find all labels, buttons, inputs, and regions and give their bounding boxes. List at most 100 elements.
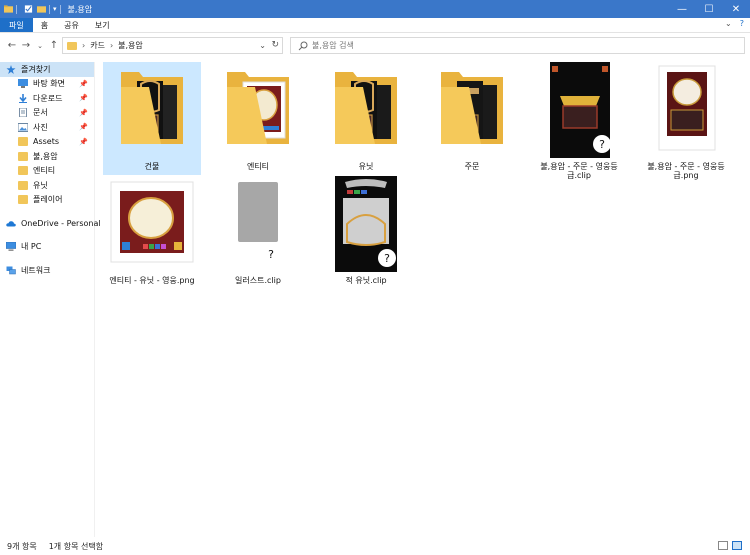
folder-icon xyxy=(18,180,28,190)
expand-ribbon-icon[interactable]: ⌄ xyxy=(725,19,732,28)
svg-text:?: ? xyxy=(599,138,605,151)
tab-home[interactable]: 홈 xyxy=(33,18,56,32)
png-thumbnail xyxy=(658,65,716,151)
sidebar-item-label: 플레이어 xyxy=(33,195,63,205)
file-name: 건물 xyxy=(144,162,160,171)
file-name: 주문 xyxy=(464,162,480,171)
file-item-folder[interactable]: 주문 xyxy=(423,62,521,175)
sidebar-item-label: 내 PC xyxy=(21,242,42,252)
file-item-clip[interactable]: ? 불,용암 - 주문 - 영웅등급.clip xyxy=(530,62,628,184)
sidebar-item-documents[interactable]: 문서 📌 xyxy=(0,106,94,121)
separator xyxy=(59,4,61,14)
file-item-clip[interactable]: ? 일러스트.clip xyxy=(209,176,307,289)
sidebar-item-label: 엔티티 xyxy=(33,166,56,176)
pin-icon[interactable]: 📌 xyxy=(79,80,88,88)
sidebar-item-label: 즐겨찾기 xyxy=(21,64,51,74)
file-item-png[interactable]: 엔티티 - 유닛 - 영웅.png xyxy=(103,176,201,289)
chevron-down-icon[interactable]: ⌄ xyxy=(259,41,266,50)
search-placeholder: 불,용암 검색 xyxy=(312,41,354,50)
selection-count: 1개 항목 선택함 xyxy=(48,541,104,551)
ribbon-controls: ⌄ ? xyxy=(725,19,744,28)
chevron-right-icon[interactable]: › xyxy=(110,41,113,50)
help-icon[interactable]: ? xyxy=(740,19,744,28)
sidebar-item-network[interactable]: 네트워크 xyxy=(0,263,94,278)
file-name: 불,용암 - 주문 - 영웅등급.png xyxy=(647,162,725,180)
sidebar-item-entity[interactable]: 엔티티 xyxy=(0,164,94,179)
sidebar-item-label: 네트워크 xyxy=(21,265,51,275)
maximize-button[interactable]: ☐ xyxy=(695,0,723,18)
sidebar-item-label: Assets xyxy=(33,137,60,147)
recent-locations-icon[interactable]: ⌄ xyxy=(33,38,47,54)
customize-toolbar-icon[interactable]: ▾ xyxy=(53,5,57,13)
up-button[interactable]: ↑ xyxy=(47,38,61,54)
separator xyxy=(49,4,50,14)
chevron-right-icon[interactable]: › xyxy=(82,41,85,50)
file-list: 건물 엔티티 유닛 주문 ? 불,용암 - 주문 - 영웅등급.clip 불,용… xyxy=(96,58,750,537)
search-icon xyxy=(298,41,308,50)
sidebar-item-pictures[interactable]: 사진 📌 xyxy=(0,120,94,135)
sidebar-item-assets[interactable]: Assets 📌 xyxy=(0,135,94,150)
new-folder-icon[interactable] xyxy=(37,5,46,13)
sidebar-item-unit[interactable]: 유닛 xyxy=(0,178,94,193)
close-button[interactable]: ✕ xyxy=(722,0,750,18)
png-thumbnail xyxy=(110,181,194,263)
tab-view[interactable]: 보기 xyxy=(87,18,118,32)
desktop-icon xyxy=(18,79,28,89)
item-count: 9개 항목 xyxy=(7,541,37,551)
sidebar-item-label: 불,용암 xyxy=(33,151,58,161)
tab-share[interactable]: 공유 xyxy=(56,18,87,32)
network-icon xyxy=(6,266,16,274)
folder-icon xyxy=(18,195,28,205)
file-name: 엔티티 - 유닛 - 영웅.png xyxy=(109,276,195,285)
separator xyxy=(16,4,17,14)
folder-icon xyxy=(67,41,77,50)
file-item-folder[interactable]: 유닛 xyxy=(317,62,415,175)
pin-icon[interactable]: 📌 xyxy=(79,109,88,117)
folder-icon xyxy=(18,137,28,147)
sidebar-item-label: 문서 xyxy=(33,108,48,118)
sidebar-item-label: 다운로드 xyxy=(33,93,63,103)
address-bar[interactable]: › 카드 › 불,용암 ⌄ ↻ xyxy=(62,37,283,54)
folder-icon xyxy=(18,166,28,176)
details-view-icon[interactable] xyxy=(718,541,728,550)
navigation-pane: 즐겨찾기 바탕 화면 📌 다운로드 📌 문서 📌 사진 📌 Assets 📌 불… xyxy=(0,62,101,537)
sidebar-item-label: 바탕 화면 xyxy=(33,79,65,89)
svg-text:?: ? xyxy=(384,252,390,265)
status-bar: 9개 항목 1개 항목 선택함 xyxy=(0,537,750,555)
file-item-folder[interactable]: 엔티티 xyxy=(209,62,307,175)
folder-icon xyxy=(227,72,289,144)
ribbon-tabs: 파일 홈 공유 보기 ⌄ ? xyxy=(0,18,750,33)
sidebar-item-downloads[interactable]: 다운로드 📌 xyxy=(0,91,94,106)
tab-file[interactable]: 파일 xyxy=(0,18,33,32)
breadcrumb-cards[interactable]: 카드 xyxy=(90,40,105,51)
view-toggle xyxy=(718,541,742,550)
large-icons-view-icon[interactable] xyxy=(732,541,742,550)
breadcrumb-current[interactable]: 불,용암 xyxy=(118,40,143,51)
sidebar-item-desktop[interactable]: 바탕 화면 📌 xyxy=(0,77,94,92)
sidebar-item-player[interactable]: 플레이어 xyxy=(0,193,94,208)
sidebar-item-fire-lava[interactable]: 불,용암 xyxy=(0,149,94,164)
file-item-folder[interactable]: 건물 xyxy=(103,62,201,175)
window-title: 불,용암 xyxy=(67,4,93,14)
back-button[interactable]: ← xyxy=(5,38,19,54)
minimize-button[interactable]: — xyxy=(668,0,696,18)
refresh-icon[interactable]: ↻ xyxy=(271,40,279,50)
pin-icon[interactable]: 📌 xyxy=(79,138,88,146)
folder-icon xyxy=(335,72,397,144)
sidebar-item-onedrive[interactable]: OneDrive - Personal xyxy=(0,216,101,231)
pin-icon[interactable]: 📌 xyxy=(79,94,88,102)
folder-icon xyxy=(18,151,28,161)
search-input[interactable]: 불,용암 검색 xyxy=(290,37,745,54)
file-name: 엔티티 xyxy=(246,162,270,171)
pin-icon[interactable]: 📌 xyxy=(79,123,88,131)
file-name: 불,용암 - 주문 - 영웅등급.clip xyxy=(540,162,618,180)
properties-icon[interactable] xyxy=(24,5,33,13)
forward-button[interactable]: → xyxy=(19,38,33,54)
star-icon xyxy=(6,64,16,74)
sidebar-item-this-pc[interactable]: 내 PC xyxy=(0,240,94,255)
sidebar-item-quick-access[interactable]: 즐겨찾기 xyxy=(0,62,94,77)
file-name: 유닛 xyxy=(358,162,374,171)
file-item-png[interactable]: 불,용암 - 주문 - 영웅등급.png xyxy=(637,62,735,184)
cloud-icon xyxy=(6,221,16,227)
file-item-clip[interactable]: ? 적 유닛.clip xyxy=(317,176,415,289)
